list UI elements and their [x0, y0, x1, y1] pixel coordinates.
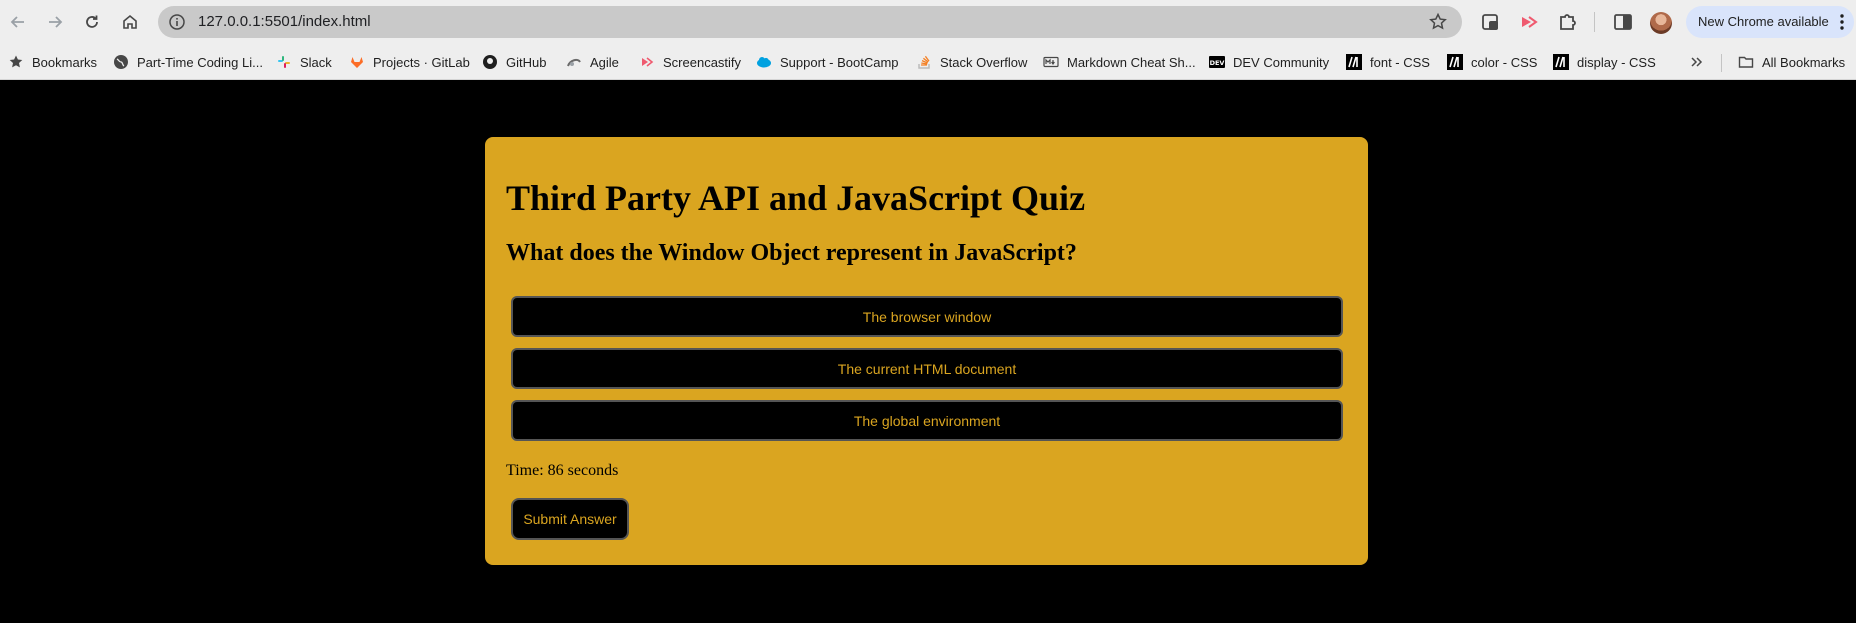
more-menu-icon[interactable] — [1840, 14, 1844, 30]
bookmark-label: color - CSS — [1471, 54, 1538, 70]
agile-icon — [566, 54, 582, 70]
bookmark-star-icon[interactable] — [1428, 12, 1448, 32]
reload-icon — [86, 15, 98, 28]
github-icon — [482, 54, 498, 70]
bookmark-font-css[interactable]: font - CSS — [1346, 53, 1430, 71]
mdn-icon — [1553, 54, 1569, 70]
submit-answer-button[interactable]: Submit Answer — [511, 498, 629, 540]
info-icon[interactable] — [168, 13, 186, 31]
bookmark-label: Agile — [590, 54, 619, 70]
bookmark-label: DEV Community — [1233, 54, 1330, 70]
bookmark-display-css[interactable]: display - CSS — [1553, 53, 1656, 71]
dev-icon: DEV — [1209, 54, 1225, 70]
quiz-question: What does the Window Object represent in… — [506, 240, 1077, 266]
browser-toolbar: 127.0.0.1:5501/index.html New Chrome ava… — [0, 0, 1856, 44]
new-chrome-available-button[interactable]: New Chrome available — [1686, 6, 1854, 38]
home-icon — [123, 14, 137, 29]
gitlab-icon — [349, 54, 365, 70]
profile-avatar[interactable] — [1650, 12, 1672, 34]
bookmark-dev-community[interactable]: DEV DEV Community — [1209, 53, 1329, 71]
bookmark-color-css[interactable]: color - CSS — [1447, 53, 1537, 71]
bookmarks-divider — [1721, 54, 1722, 72]
screencastify-extension-icon[interactable] — [1518, 11, 1540, 33]
bookmark-label: Slack — [300, 54, 332, 70]
bookmark-part-time-coding[interactable]: Part-Time Coding Li... — [113, 53, 263, 71]
home-button[interactable] — [115, 7, 145, 37]
bookmark-screencastify[interactable]: Screencastify — [639, 53, 741, 71]
toolbar-divider — [1594, 12, 1595, 32]
answer-button[interactable]: The current HTML document — [511, 348, 1343, 389]
bookmark-label: Bookmarks — [32, 54, 98, 70]
bookmarks-bar: Bookmarks Part-Time Coding Li... Slack P… — [0, 44, 1856, 80]
mdn-icon — [1346, 54, 1362, 70]
bookmark-agile[interactable]: Agile — [566, 53, 619, 71]
bookmark-label: GitHub — [506, 54, 547, 70]
timer-text: Time: 86 seconds — [506, 462, 619, 479]
back-button[interactable] — [3, 7, 33, 37]
bookmark-gitlab[interactable]: Projects · GitLab — [349, 53, 470, 71]
folder-icon — [1738, 54, 1754, 70]
url-text[interactable]: 127.0.0.1:5501/index.html — [198, 13, 371, 31]
bookmark-all-bookmarks[interactable]: All Bookmarks — [1738, 53, 1845, 71]
answer-button[interactable]: The global environment — [511, 400, 1343, 441]
bookmark-label: Markdown Cheat Sh... — [1067, 54, 1196, 70]
bookmark-label: Screencastify — [663, 54, 742, 70]
bookmark-label: font - CSS — [1370, 54, 1430, 70]
bookmark-label: Stack Overflow — [940, 54, 1028, 70]
bookmark-label: Part-Time Coding Li... — [137, 54, 263, 70]
arrow-left-icon — [10, 16, 24, 28]
update-label: New Chrome available — [1698, 14, 1829, 29]
bookmark-support-bootcamp[interactable]: Support - BootCamp — [756, 53, 899, 71]
bookmark-slack[interactable]: Slack — [276, 53, 332, 71]
extension-puzzle-grey-icon[interactable] — [1480, 11, 1502, 33]
address-bar[interactable]: 127.0.0.1:5501/index.html — [158, 6, 1462, 38]
stackoverflow-icon — [916, 54, 932, 70]
chevron-double-right-icon — [1689, 54, 1705, 70]
forward-button[interactable] — [40, 7, 70, 37]
arrow-right-icon — [49, 16, 63, 28]
bookmarks-overflow-button[interactable] — [1689, 53, 1713, 71]
answer-button[interactable]: The browser window — [511, 296, 1343, 337]
bookmark-stack-overflow[interactable]: Stack Overflow — [916, 53, 1027, 71]
globe-icon — [113, 54, 129, 70]
quiz-title: Third Party API and JavaScript Quiz — [506, 178, 1086, 218]
star-icon — [8, 54, 24, 70]
slack-icon — [276, 54, 292, 70]
bookmark-label: Projects · GitLab — [373, 54, 470, 70]
svg-text:DEV: DEV — [1210, 59, 1225, 67]
markdown-icon — [1043, 54, 1059, 70]
reload-button[interactable] — [77, 7, 107, 37]
quiz-card: Third Party API and JavaScript Quiz What… — [485, 137, 1368, 565]
bookmark-markdown-cheat-sheet[interactable]: Markdown Cheat Sh... — [1043, 53, 1196, 71]
bookmark-label: display - CSS — [1577, 54, 1656, 70]
bookmark-github[interactable]: GitHub — [482, 53, 546, 71]
bookmark-label: All Bookmarks — [1762, 54, 1846, 70]
mdn-icon — [1447, 54, 1463, 70]
bookmark-label: Support - BootCamp — [780, 54, 899, 70]
salesforce-icon — [756, 54, 772, 70]
extensions-puzzle-icon[interactable] — [1556, 11, 1578, 33]
bookmark-bookmarks[interactable]: Bookmarks — [8, 53, 97, 71]
screencastify-icon — [639, 54, 655, 70]
side-panel-icon[interactable] — [1612, 11, 1634, 33]
